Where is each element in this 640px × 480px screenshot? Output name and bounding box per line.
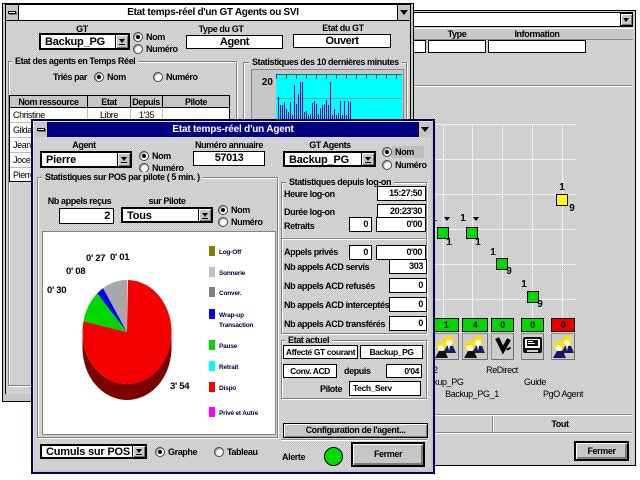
svg-text:0' 27: 0' 27 — [86, 253, 105, 264]
svg-text:Log-Off: Log-Off — [219, 249, 242, 256]
svg-text:0' 01: 0' 01 — [110, 252, 130, 263]
svg-text:Wrap-up: Wrap-up — [219, 312, 244, 319]
svg-text:0' 30: 0' 30 — [47, 285, 66, 296]
svg-text:Transaction: Transaction — [219, 322, 254, 329]
svg-text:Retrait: Retrait — [219, 364, 239, 371]
svg-text:Pause: Pause — [219, 343, 238, 350]
svg-text:Privé et Autre: Privé et Autre — [219, 410, 259, 417]
svg-text:Conver.: Conver. — [219, 290, 242, 297]
svg-text:3' 54: 3' 54 — [170, 381, 190, 392]
svg-text:0' 08: 0' 08 — [66, 266, 85, 277]
svg-text:Dispo: Dispo — [219, 385, 236, 392]
svg-text:Sonnerie: Sonnerie — [219, 270, 246, 277]
